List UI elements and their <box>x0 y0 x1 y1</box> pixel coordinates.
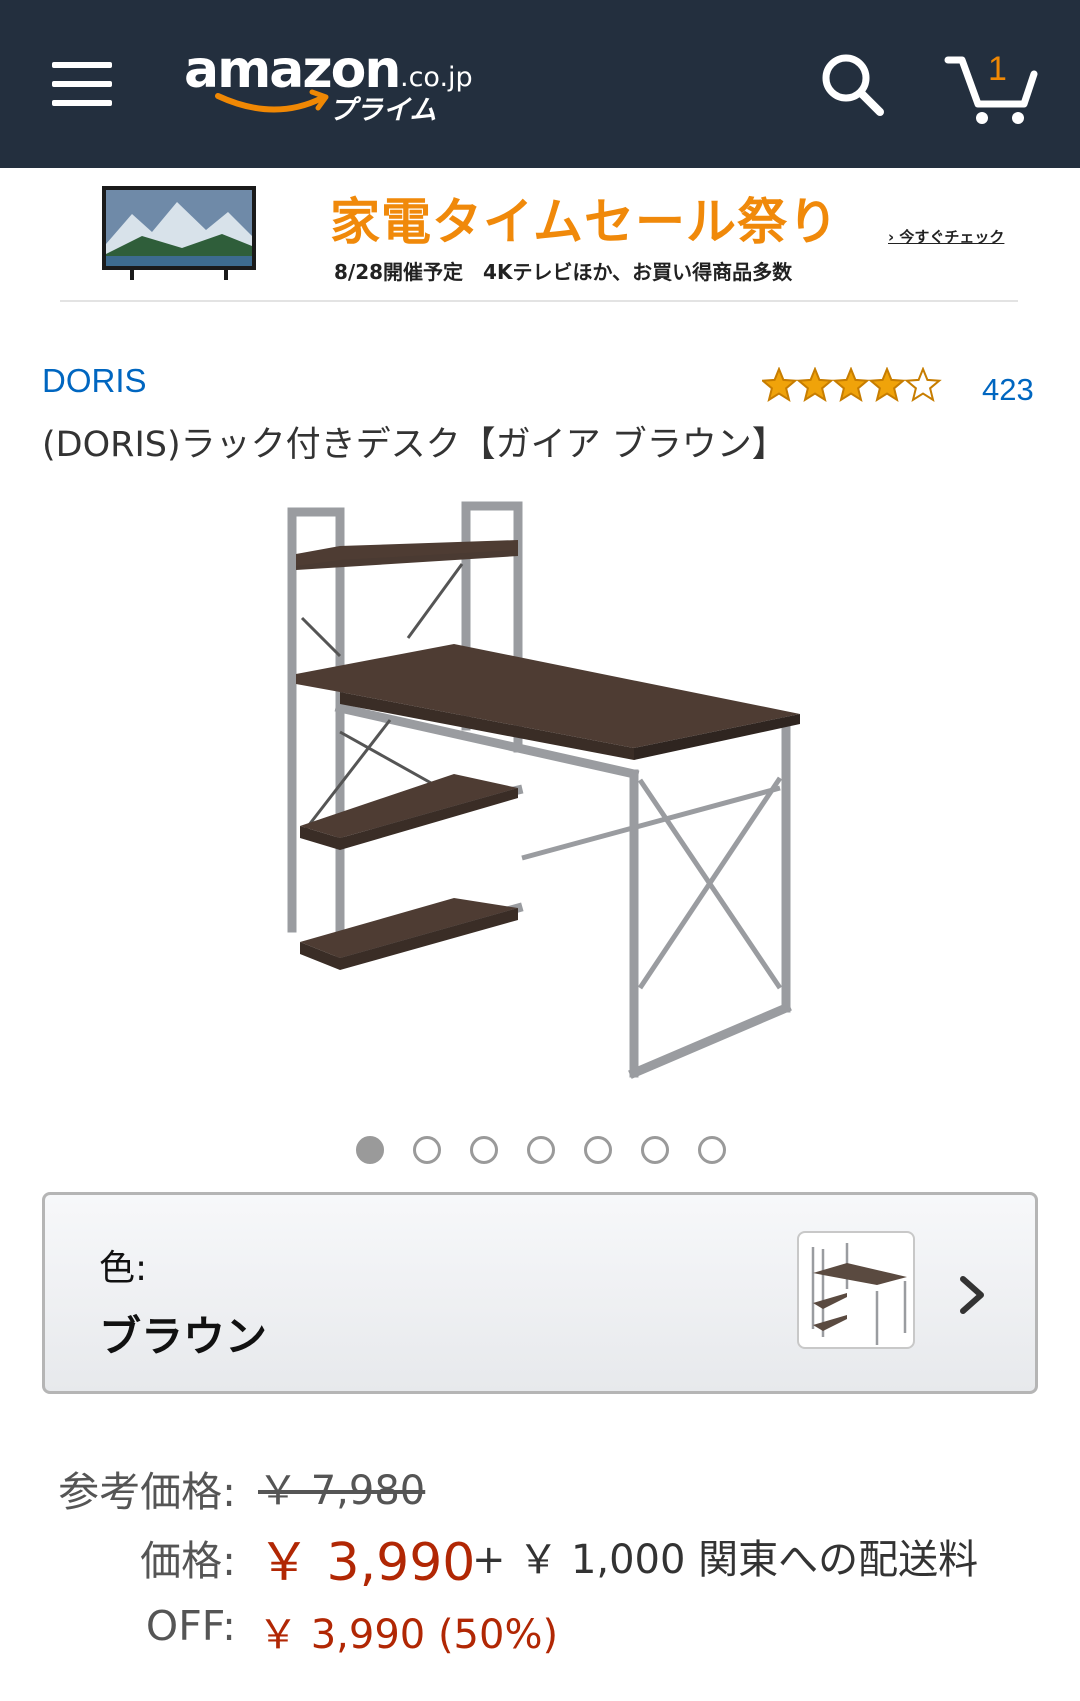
carousel-dot[interactable] <box>641 1136 669 1164</box>
discount-amount: ￥ 3,990 (50%) <box>258 1612 559 1658</box>
logo-prime-text: プライム <box>329 95 437 126</box>
divider <box>60 300 1018 302</box>
discount-label: OFF: <box>145 1602 236 1650</box>
carousel-dot[interactable] <box>698 1136 726 1164</box>
banner-subtext: 8/28開催予定 4Kテレビほか、お買い得商品多数 <box>334 260 793 284</box>
star-empty-icon <box>904 367 942 402</box>
chevron-right-icon <box>960 1276 984 1314</box>
amazon-prime-logo[interactable]: amazon .co.jp プライム <box>184 40 484 126</box>
variation-label: 色: <box>99 1248 148 1289</box>
brand-link[interactable]: DORIS <box>42 362 147 400</box>
carousel-dot[interactable] <box>584 1136 612 1164</box>
list-price-label: 参考価格: <box>58 1468 236 1516</box>
list-price: ￥ 7,980 <box>258 1468 426 1514</box>
color-variation-selector[interactable]: 色: ブラウン <box>42 1192 1038 1394</box>
review-count-link[interactable]: 423 <box>982 372 1034 408</box>
star-filled-icon <box>868 367 906 402</box>
shipping-fee: + ￥ 1,000 関東への配送料 <box>472 1537 979 1583</box>
star-rating[interactable] <box>762 367 946 403</box>
star-filled-icon <box>832 367 870 402</box>
sale-price: ￥ 3,990 <box>258 1533 476 1593</box>
cart-count-badge: 1 <box>988 50 1007 88</box>
cart-icon[interactable]: 1 <box>944 46 1040 126</box>
search-icon[interactable] <box>818 50 888 120</box>
star-filled-icon <box>762 367 798 402</box>
carousel-dot[interactable] <box>470 1136 498 1164</box>
promo-banner[interactable]: 家電タイムセール祭り 8/28開催予定 4Kテレビほか、お買い得商品多数 › 今… <box>0 168 1080 302</box>
star-filled-icon <box>796 367 834 402</box>
top-nav-bar: amazon .co.jp プライム 1 <box>0 0 1080 168</box>
variation-value: ブラウン <box>99 1312 268 1361</box>
carousel-dot[interactable] <box>413 1136 441 1164</box>
product-title: (DORIS)ラック付きデスク【ガイア ブラウン】 <box>42 425 787 465</box>
carousel-dot[interactable] <box>527 1136 555 1164</box>
banner-check-now-link[interactable]: › 今すぐチェック <box>888 226 1004 247</box>
hamburger-menu-icon[interactable] <box>52 60 116 108</box>
product-image[interactable] <box>240 488 840 1088</box>
banner-headline: 家電タイムセール祭り <box>330 193 839 251</box>
carousel-dot[interactable] <box>356 1136 384 1164</box>
variation-thumbnail <box>797 1231 915 1349</box>
smile-arrow-icon <box>215 89 329 113</box>
price-label: 価格: <box>140 1537 236 1585</box>
tv-image <box>102 186 256 280</box>
